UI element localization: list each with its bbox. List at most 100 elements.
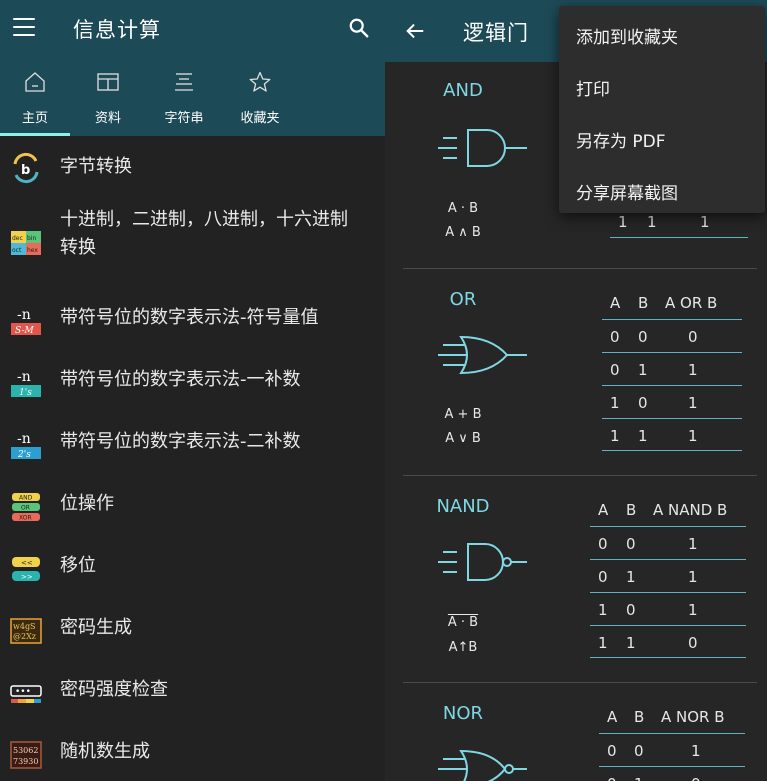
- gate-expression: A + B: [444, 407, 482, 422]
- star-icon: [249, 71, 271, 92]
- menu-item-add-favorite[interactable]: 添加到收藏夹: [576, 23, 678, 48]
- badge-text: w4gS: [13, 622, 36, 631]
- tab-label: 资料: [94, 111, 121, 126]
- tab-home[interactable]: 主页: [0, 62, 70, 136]
- nand-gate-symbol: [438, 543, 527, 581]
- page-title: 逻辑门: [463, 21, 529, 45]
- table-row: 000: [602, 319, 742, 352]
- search-icon[interactable]: [348, 17, 370, 39]
- item-label: 位操作: [60, 493, 114, 514]
- badge-text: 2's: [17, 450, 31, 460]
- byte-convert-icon: b: [13, 152, 39, 184]
- badge-text: -n: [17, 307, 31, 323]
- or-gate-symbol: [438, 335, 527, 375]
- tab-favorites[interactable]: 收藏夹: [225, 62, 295, 136]
- shift-icon: << >>: [12, 557, 40, 581]
- badge-text: OR: [21, 505, 30, 512]
- text-lines-icon: [175, 73, 193, 91]
- home-icon: [25, 72, 45, 92]
- badge-text: bin: [27, 235, 36, 242]
- overflow-menu: 添加到收藏夹 打印 另存为 PDF 分享屏幕截图: [559, 6, 765, 213]
- app-title: 信息计算: [73, 18, 161, 42]
- badge-text: 73930: [13, 757, 38, 766]
- table-row: 111: [602, 418, 742, 451]
- badge-text: -n: [17, 369, 31, 385]
- badge-text: XOR: [19, 515, 32, 522]
- tab-strings[interactable]: 字符串: [149, 62, 219, 136]
- list-item-random-number[interactable]: 53062 73930 随机数生成: [0, 724, 385, 781]
- list-item-sign-magnitude[interactable]: -n S-M 带符号位的数字表示法-符号量值: [0, 290, 385, 352]
- badge-text: dec: [12, 235, 23, 242]
- item-label: 带符号位的数字表示法-符号量值: [60, 307, 319, 328]
- list-item-bit-operation[interactable]: AND OR XOR 位操作: [0, 476, 385, 538]
- twos-complement-icon: -n 2's: [11, 431, 41, 460]
- tool-list: b 字节转换 dec bin oct hex 十进制，二进制，八进制，十六进制转…: [0, 136, 385, 781]
- main-tabs: 主页 资料 字符串 收藏夹: [0, 62, 385, 136]
- badge-text: AND: [19, 495, 33, 502]
- base-convert-icon: dec bin oct hex: [11, 231, 41, 255]
- table-row: 101: [602, 385, 742, 418]
- list-item-password-generate[interactable]: w4gS @2Xz 密码生成: [0, 600, 385, 662]
- random-number-icon: 53062 73930: [10, 741, 42, 769]
- gate-name: AND: [443, 80, 483, 101]
- badge-text: <<: [21, 559, 33, 567]
- badge-text: S-M: [15, 326, 35, 336]
- table-row: 001: [599, 733, 745, 766]
- gate-card-nand: NAND A · B A↑B A B A NAND B 001 011 101 …: [403, 475, 757, 682]
- badge-text: oct: [12, 247, 22, 254]
- tab-reference[interactable]: 资料: [73, 62, 143, 136]
- item-label: 密码生成: [60, 617, 132, 638]
- gate-name: OR: [449, 289, 477, 310]
- table-row: 101: [590, 592, 746, 625]
- badge-text: @2Xz: [13, 632, 36, 641]
- book-icon: [97, 73, 119, 91]
- list-item-ones-complement[interactable]: -n 1's 带符号位的数字表示法-一补数: [0, 352, 385, 414]
- tab-label: 主页: [21, 111, 48, 126]
- svg-text:b: b: [21, 163, 30, 178]
- hamburger-menu-icon[interactable]: [13, 18, 35, 36]
- table-row: 010: [599, 766, 745, 781]
- tab-label: 收藏夹: [240, 111, 280, 126]
- gate-name: NOR: [442, 703, 484, 724]
- item-label: 字节转换: [60, 156, 132, 177]
- gate-name: NAND: [436, 496, 490, 517]
- menu-item-share-screenshot[interactable]: 分享屏幕截图: [576, 179, 678, 204]
- back-arrow-icon[interactable]: [404, 20, 426, 42]
- badge-text: -n: [17, 431, 31, 447]
- table-header: A B A OR B: [610, 294, 718, 312]
- gate-expression: A · B: [447, 201, 479, 216]
- list-item-byte-convert[interactable]: b 字节转换: [0, 136, 385, 198]
- item-label: 十进制，二进制，八进制，十六进制转换: [60, 209, 348, 258]
- item-label: 密码强度检查: [60, 679, 168, 700]
- gate-card-or: OR A + B A ∨ B A B A OR B 000 011 101 11…: [403, 268, 757, 475]
- badge-text: >>: [21, 573, 33, 581]
- item-label: 随机数生成: [60, 741, 150, 762]
- tab-label: 字符串: [164, 111, 204, 126]
- menu-item-save-pdf[interactable]: 另存为 PDF: [576, 127, 666, 152]
- table-row: 001: [590, 526, 746, 559]
- table-header: A B A NAND B: [598, 501, 728, 519]
- gate-expression: A↑B: [448, 640, 478, 655]
- list-item-password-strength[interactable]: ••• 密码强度检查: [0, 662, 385, 724]
- bit-operation-icon: AND OR XOR: [12, 493, 40, 522]
- item-label: 移位: [60, 555, 96, 576]
- gate-expression: A ∧ B: [445, 225, 481, 240]
- list-item-twos-complement[interactable]: -n 2's 带符号位的数字表示法-二补数: [0, 414, 385, 476]
- sign-magnitude-icon: -n S-M: [11, 307, 41, 336]
- gate-card-nor: NOR A B A NOR B 001 010: [403, 682, 757, 781]
- and-gate-symbol: [438, 129, 527, 167]
- list-item-base-convert[interactable]: dec bin oct hex 十进制，二进制，八进制，十六进制转换: [0, 198, 385, 290]
- item-label: 带符号位的数字表示法-二补数: [60, 431, 301, 452]
- password-generate-icon: w4gS @2Xz: [10, 618, 42, 644]
- truth-table: A B A NOR B 001 010: [599, 700, 745, 781]
- password-strength-icon: •••: [10, 685, 42, 703]
- table-row: 110: [590, 625, 746, 658]
- nor-gate-symbol: [438, 749, 527, 781]
- left-app-bar: 信息计算 主页 资料 字符串 收藏夹: [0, 0, 385, 136]
- list-item-shift[interactable]: << >> 移位: [0, 538, 385, 600]
- menu-item-print[interactable]: 打印: [576, 75, 610, 100]
- badge-text: 1's: [19, 388, 32, 398]
- truth-table: A B A NAND B 001 011 101 110: [590, 493, 746, 658]
- gate-expression: A ∨ B: [445, 431, 481, 446]
- truth-table: A B A OR B 000 011 101 111: [602, 286, 742, 451]
